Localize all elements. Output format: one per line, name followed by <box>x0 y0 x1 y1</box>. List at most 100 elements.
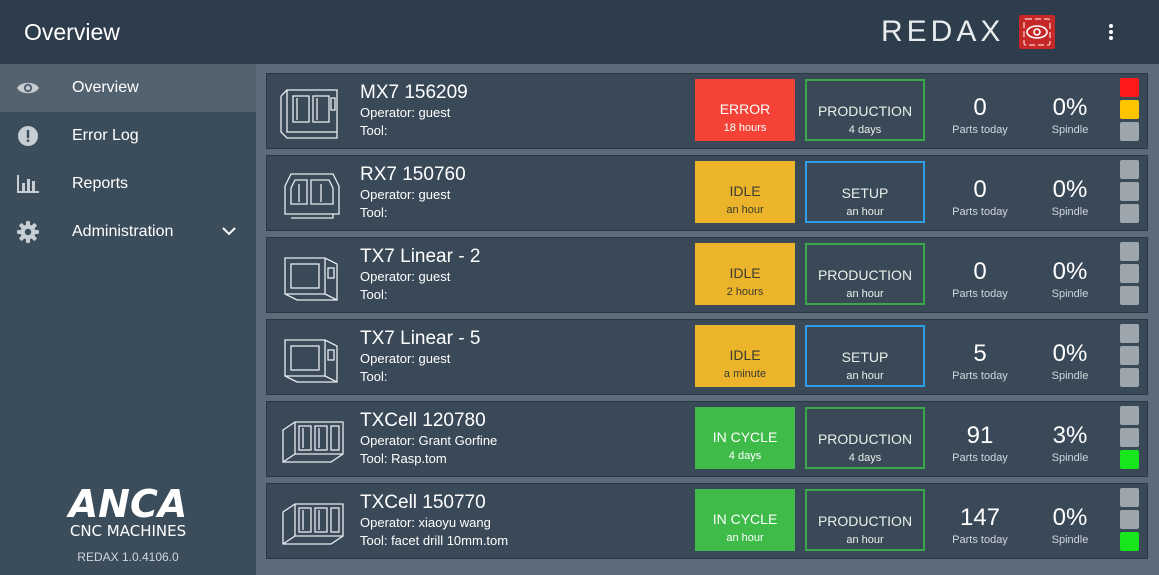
stack-light-green <box>1120 122 1139 141</box>
machine-name: TXCell 120780 <box>360 410 486 431</box>
machine-image-icon <box>277 328 347 388</box>
sidebar-item-administration[interactable]: Administration <box>0 208 256 256</box>
parts-label: Parts today <box>952 206 1008 218</box>
sidebar-item-reports[interactable]: Reports <box>0 160 256 208</box>
spindle-value: 0% <box>1052 94 1088 121</box>
bar-chart-icon <box>16 172 40 196</box>
machine-card[interactable]: TX7 Linear - 5 Operator: guest Tool: IDL… <box>266 319 1148 395</box>
mode-badge[interactable]: PRODUCTION 4 days <box>805 79 925 141</box>
stack-light-red <box>1120 242 1139 261</box>
redax-eye-logo-icon <box>1019 15 1055 49</box>
brand-name: REDAX <box>881 15 1005 48</box>
status-badge[interactable]: IDLE a minute <box>695 325 795 387</box>
mode-label: PRODUCTION <box>817 103 913 119</box>
stack-light-green <box>1120 450 1139 469</box>
status-label: IDLE <box>729 265 761 281</box>
spindle-label: Spindle <box>1051 452 1089 464</box>
sidebar-item-label: Administration <box>72 223 174 240</box>
spindle-label: Spindle <box>1051 370 1089 382</box>
machine-card[interactable]: TX7 Linear - 2 Operator: guest Tool: IDL… <box>266 237 1148 313</box>
machine-card[interactable]: TXCell 120780 Operator: Grant Gorfine To… <box>266 401 1148 477</box>
parts-today-stat: 91 Parts today <box>935 422 1025 464</box>
machine-name: TX7 Linear - 2 <box>360 246 481 267</box>
status-duration: an hour <box>726 532 764 544</box>
machine-image-icon <box>277 164 347 224</box>
stack-light-red <box>1120 160 1139 179</box>
parts-count: 0 <box>973 176 987 203</box>
mode-label: SETUP <box>841 185 889 201</box>
eye-icon <box>16 76 40 100</box>
sidebar-item-overview[interactable]: Overview <box>0 64 256 112</box>
machine-tool: Tool: <box>360 123 388 138</box>
mode-badge[interactable]: SETUP an hour <box>805 325 925 387</box>
parts-today-stat: 5 Parts today <box>935 340 1025 382</box>
mode-duration: an hour <box>846 534 884 546</box>
stack-light-green <box>1120 204 1139 223</box>
spindle-value: 0% <box>1052 176 1088 203</box>
mode-duration: an hour <box>846 370 884 382</box>
anca-logo: ANCA CNC MACHINES <box>52 482 204 542</box>
machine-name: TXCell 150770 <box>360 492 486 513</box>
machine-card[interactable]: TXCell 150770 Operator: xiaoyu wang Tool… <box>266 483 1148 559</box>
machine-operator: Operator: guest <box>360 187 451 202</box>
mode-label: SETUP <box>841 349 889 365</box>
top-app-bar: Overview REDAX <box>0 0 1159 64</box>
stack-light-red <box>1120 324 1139 343</box>
machine-name: MX7 156209 <box>360 82 468 103</box>
stack-light-green <box>1120 286 1139 305</box>
parts-label: Parts today <box>952 452 1008 464</box>
stack-light-yellow <box>1120 182 1139 201</box>
status-duration: an hour <box>726 204 764 216</box>
parts-count: 0 <box>973 94 987 121</box>
alert-circle-icon <box>16 124 40 148</box>
spindle-stat: 0% Spindle <box>1025 94 1115 136</box>
stack-light-yellow <box>1120 100 1139 119</box>
machine-image-icon <box>277 492 347 552</box>
chevron-down-icon[interactable] <box>218 220 240 242</box>
spindle-value: 0% <box>1052 340 1088 367</box>
parts-today-stat: 147 Parts today <box>935 504 1025 546</box>
stack-light-red <box>1120 78 1139 97</box>
status-badge[interactable]: ERROR 18 hours <box>695 79 795 141</box>
sidebar: Overview Error Log Reports Administratio… <box>0 64 256 575</box>
status-duration: 4 days <box>728 450 762 462</box>
status-badge[interactable]: IN CYCLE an hour <box>695 489 795 551</box>
mode-label: PRODUCTION <box>817 513 913 529</box>
stack-light-yellow <box>1120 346 1139 365</box>
mode-badge[interactable]: PRODUCTION an hour <box>805 489 925 551</box>
machine-card[interactable]: RX7 150760 Operator: guest Tool: IDLE an… <box>266 155 1148 231</box>
machine-image-icon <box>277 246 347 306</box>
spindle-label: Spindle <box>1051 124 1089 136</box>
parts-count: 147 <box>959 504 1001 531</box>
status-duration: 2 hours <box>726 286 764 298</box>
machine-image-icon <box>277 82 347 142</box>
mode-duration: an hour <box>846 288 884 300</box>
status-badge[interactable]: IDLE an hour <box>695 161 795 223</box>
machine-name: RX7 150760 <box>360 164 466 185</box>
machine-tool: Tool: facet drill 10mm.tom <box>360 533 509 548</box>
machine-card[interactable]: MX7 156209 Operator: guest Tool: ERROR 1… <box>266 73 1148 149</box>
sidebar-item-label: Overview <box>72 79 139 96</box>
machine-tool: Tool: Rasp.tom <box>360 451 447 466</box>
stack-light-red <box>1120 488 1139 507</box>
stack-light-green <box>1120 532 1139 551</box>
mode-badge[interactable]: SETUP an hour <box>805 161 925 223</box>
parts-today-stat: 0 Parts today <box>935 176 1025 218</box>
mode-label: PRODUCTION <box>817 431 913 447</box>
parts-count: 5 <box>973 340 987 367</box>
more-vert-icon[interactable] <box>1097 18 1125 46</box>
parts-today-stat: 0 Parts today <box>935 258 1025 300</box>
spindle-label: Spindle <box>1051 288 1089 300</box>
spindle-stat: 0% Spindle <box>1025 504 1115 546</box>
status-badge[interactable]: IDLE 2 hours <box>695 243 795 305</box>
mode-badge[interactable]: PRODUCTION an hour <box>805 243 925 305</box>
mode-duration: 4 days <box>848 452 882 464</box>
status-badge[interactable]: IN CYCLE 4 days <box>695 407 795 469</box>
stack-light-yellow <box>1120 428 1139 447</box>
sidebar-item-error-log[interactable]: Error Log <box>0 112 256 160</box>
stack-light <box>1120 78 1140 144</box>
machine-tool: Tool: <box>360 369 388 384</box>
spindle-stat: 0% Spindle <box>1025 176 1115 218</box>
stack-light <box>1120 488 1140 554</box>
mode-badge[interactable]: PRODUCTION 4 days <box>805 407 925 469</box>
